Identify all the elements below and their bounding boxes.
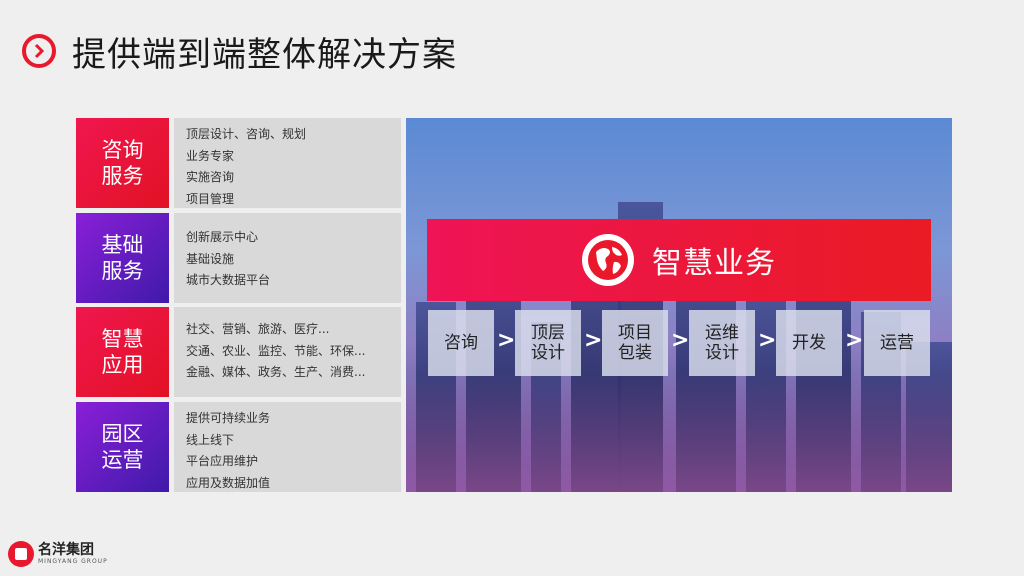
category-infrastructure: 基础 服务 xyxy=(76,213,169,303)
arrow-icon: > xyxy=(758,328,777,353)
list-item: 平台应用维护 xyxy=(186,454,259,468)
title-row: 提供端到端整体解决方案 xyxy=(22,26,457,76)
list-item: 创新展示中心 xyxy=(186,230,259,244)
step-consulting: 咨询 xyxy=(428,310,494,376)
logo-name-cn: 名洋集团 xyxy=(38,542,94,558)
banner-title: 智慧业务 xyxy=(652,246,776,281)
list-item: 金融、媒体、政务、生产、消费... xyxy=(186,365,366,379)
category-smart-apps: 智慧 应用 xyxy=(76,307,169,397)
category-smart-apps-items: 社交、营销、旅游、医疗... 交通、农业、监控、节能、环保... 金融、媒体、政… xyxy=(174,307,401,397)
list-item: 应用及数据加值 xyxy=(186,475,271,490)
arrow-icon: > xyxy=(671,328,690,353)
category-consulting-items: 顶层设计、咨询、规划 业务专家 实施咨询 项目管理 xyxy=(174,118,401,208)
logo-mark-icon xyxy=(8,541,34,567)
step-operation: 运营 xyxy=(864,310,930,376)
globe-icon xyxy=(582,234,634,286)
step-top-design: 顶层 设计 xyxy=(515,310,581,376)
step-ops-design: 运维 设计 xyxy=(689,310,755,376)
list-item: 城市大数据平台 xyxy=(186,273,271,287)
company-logo: 名洋集团 MINGYANG GROUP xyxy=(8,541,108,567)
list-item: 业务专家 xyxy=(186,148,235,163)
step-development: 开发 xyxy=(776,310,842,376)
city-lights-glow xyxy=(406,372,952,492)
category-consulting: 咨询 服务 xyxy=(76,118,169,208)
city-skyline-image: 智慧业务 咨询 > 顶层 设计 > 项目 包装 > 运维 设计 > 开发 > 运… xyxy=(406,118,952,492)
page-title: 提供端到端整体解决方案 xyxy=(72,34,457,75)
list-item: 实施咨询 xyxy=(186,170,235,184)
list-item: 线上线下 xyxy=(186,432,235,447)
list-item: 项目管理 xyxy=(186,191,235,206)
list-item: 交通、农业、监控、节能、环保... xyxy=(186,343,366,358)
category-label: 咨询 服务 xyxy=(101,138,144,188)
logo-name-en: MINGYANG GROUP xyxy=(38,558,108,565)
category-label: 智慧 应用 xyxy=(101,327,144,377)
step-project-packaging: 项目 包装 xyxy=(602,310,668,376)
list-item: 提供可持续业务 xyxy=(186,411,271,425)
category-park-operation: 园区 运营 xyxy=(76,402,169,492)
arrow-icon: > xyxy=(584,328,603,353)
list-item: 基础设施 xyxy=(186,251,235,266)
category-infrastructure-items: 创新展示中心 基础设施 城市大数据平台 xyxy=(174,213,401,303)
list-item: 顶层设计、咨询、规划 xyxy=(186,127,307,141)
category-park-operation-items: 提供可持续业务 线上线下 平台应用维护 应用及数据加值 xyxy=(174,402,401,492)
chevron-right-circle-icon xyxy=(22,34,56,68)
category-label: 基础 服务 xyxy=(101,233,144,283)
list-item: 社交、营销、旅游、医疗... xyxy=(186,322,330,336)
arrow-icon: > xyxy=(845,328,864,353)
category-label: 园区 运营 xyxy=(101,422,144,472)
smart-business-banner: 智慧业务 xyxy=(427,219,931,301)
arrow-icon: > xyxy=(497,328,516,353)
